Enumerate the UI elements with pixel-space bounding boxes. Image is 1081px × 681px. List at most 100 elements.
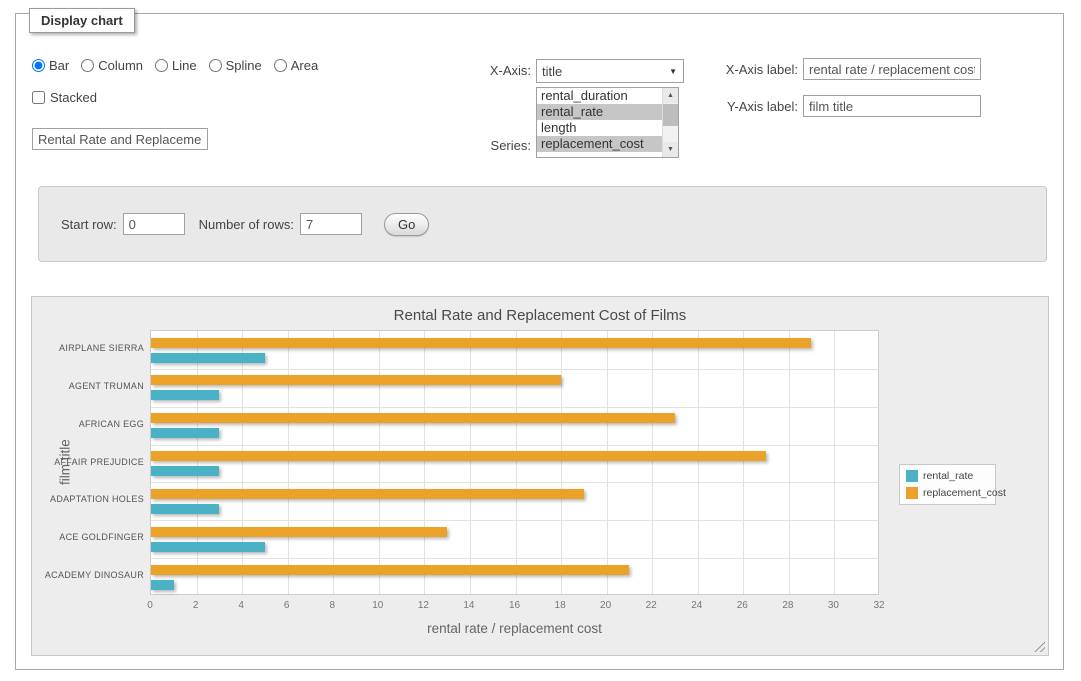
x-tick-label: 18 — [545, 600, 575, 611]
legend-swatch — [906, 470, 918, 482]
category-label: ACADEMY DINOSAUR — [32, 570, 144, 580]
bar-replacement_cost — [151, 375, 561, 385]
gridline-horizontal — [151, 369, 878, 370]
series-option-length[interactable]: length — [537, 120, 662, 136]
row-range-fieldset: Start row: Number of rows: Go — [38, 186, 1047, 262]
stacked-option[interactable]: Stacked — [32, 90, 97, 105]
display-chart-fieldset: Display chart BarColumnLineSplineArea St… — [15, 13, 1064, 670]
bar-rental_rate — [151, 390, 219, 400]
gridline-vertical — [652, 331, 653, 594]
chart-type-radio-bar[interactable] — [32, 59, 45, 72]
scrollbar-thumb[interactable] — [663, 104, 678, 126]
bar-rental_rate — [151, 353, 265, 363]
x-tick-label: 2 — [181, 600, 211, 611]
legend-label: rental_rate — [923, 470, 973, 482]
display-chart-legend: Display chart — [29, 8, 135, 33]
x-tick-label: 22 — [636, 600, 666, 611]
chart-title-input[interactable] — [32, 128, 208, 150]
gridline-vertical — [197, 331, 198, 594]
series-option-rental_duration[interactable]: rental_duration — [537, 88, 662, 104]
x-tick-label: 8 — [317, 600, 347, 611]
gridline-vertical — [333, 331, 334, 594]
gridline-horizontal — [151, 407, 878, 408]
gridline-vertical — [607, 331, 608, 594]
number-of-rows-label: Number of rows: — [199, 217, 294, 232]
x-tick-label: 30 — [818, 600, 848, 611]
chart-type-line[interactable]: Line — [155, 58, 197, 73]
listbox-scrollbar[interactable]: ▲ ▼ — [662, 88, 678, 157]
gridline-vertical — [470, 331, 471, 594]
x-tick-label: 12 — [408, 600, 438, 611]
gridline-horizontal — [151, 445, 878, 446]
legend-swatch — [906, 487, 918, 499]
series-option-replacement_cost[interactable]: replacement_cost — [537, 136, 662, 152]
x-axis-title: rental rate / replacement cost — [150, 621, 879, 636]
chart-type-label: Bar — [49, 58, 69, 73]
scroll-down-icon[interactable]: ▼ — [663, 142, 678, 157]
chart-type-spline[interactable]: Spline — [209, 58, 262, 73]
category-label: AGENT TRUMAN — [32, 381, 144, 391]
category-label: AFRICAN EGG — [32, 419, 144, 429]
resize-grip-icon[interactable] — [1034, 641, 1045, 652]
x-axis-select[interactable]: title — [536, 59, 684, 83]
series-option-rental_rate[interactable]: rental_rate — [537, 104, 662, 120]
x-axis-select-label: X-Axis: — [436, 63, 531, 78]
chart-type-label: Column — [98, 58, 143, 73]
chart-type-radio-column[interactable] — [81, 59, 94, 72]
start-row-input[interactable] — [123, 213, 185, 235]
bar-replacement_cost — [151, 338, 811, 348]
number-of-rows-input[interactable] — [300, 213, 362, 235]
stacked-checkbox[interactable] — [32, 91, 45, 104]
chart-title: Rental Rate and Replacement Cost of Film… — [32, 307, 1048, 324]
chart-type-radio-area[interactable] — [274, 59, 287, 72]
series-listbox[interactable]: rental_durationrental_ratelengthreplacem… — [536, 87, 679, 158]
x-tick-label: 6 — [272, 600, 302, 611]
legend-item-rental_rate: rental_rate — [906, 470, 989, 482]
bar-rental_rate — [151, 542, 265, 552]
gridline-vertical — [516, 331, 517, 594]
y-axis-label-input[interactable] — [803, 95, 981, 117]
bar-rental_rate — [151, 428, 219, 438]
scroll-up-icon[interactable]: ▲ — [663, 88, 678, 103]
category-label: AFFAIR PREJUDICE — [32, 457, 144, 467]
chart-type-column[interactable]: Column — [81, 58, 143, 73]
gridline-vertical — [743, 331, 744, 594]
legend-item-replacement_cost: replacement_cost — [906, 487, 989, 499]
bar-replacement_cost — [151, 527, 447, 537]
y-axis-label-field-label: Y-Axis label: — [706, 99, 798, 114]
chart-type-radios: Bar Column Line Spline Area — [32, 58, 318, 73]
go-button[interactable]: Go — [384, 213, 429, 236]
series-options: rental_durationrental_ratelengthreplacem… — [537, 88, 678, 152]
chart-type-radio-line[interactable] — [155, 59, 168, 72]
series-list-label: Series: — [436, 138, 531, 153]
x-tick-label: 28 — [773, 600, 803, 611]
category-label: ACE GOLDFINGER — [32, 532, 144, 542]
category-label: AIRPLANE SIERRA — [32, 343, 144, 353]
bar-replacement_cost — [151, 565, 629, 575]
stacked-label: Stacked — [50, 90, 97, 105]
gridline-horizontal — [151, 558, 878, 559]
bar-rental_rate — [151, 580, 174, 590]
gridline-vertical — [561, 331, 562, 594]
chart-type-radio-spline[interactable] — [209, 59, 222, 72]
gridline-vertical — [789, 331, 790, 594]
chart-canvas: Rental Rate and Replacement Cost of Film… — [31, 296, 1049, 656]
x-tick-label: 0 — [135, 600, 165, 611]
gridline-vertical — [698, 331, 699, 594]
gridline-horizontal — [151, 482, 878, 483]
x-axis-label-input[interactable] — [803, 58, 981, 80]
x-tick-label: 32 — [864, 600, 894, 611]
x-axis-label-field-label: X-Axis label: — [706, 62, 798, 77]
chart-type-label: Area — [291, 58, 318, 73]
chart-type-area[interactable]: Area — [274, 58, 318, 73]
gridline-vertical — [242, 331, 243, 594]
chart-type-bar[interactable]: Bar — [32, 58, 69, 73]
x-axis-select-wrap: title ▼ — [536, 59, 684, 83]
chart-legend: rental_rate replacement_cost — [899, 464, 996, 505]
chart-type-label: Line — [172, 58, 197, 73]
x-tick-label: 10 — [363, 600, 393, 611]
gridline-vertical — [424, 331, 425, 594]
start-row-label: Start row: — [61, 217, 117, 232]
legend-label: replacement_cost — [923, 487, 1006, 499]
bar-rental_rate — [151, 504, 219, 514]
